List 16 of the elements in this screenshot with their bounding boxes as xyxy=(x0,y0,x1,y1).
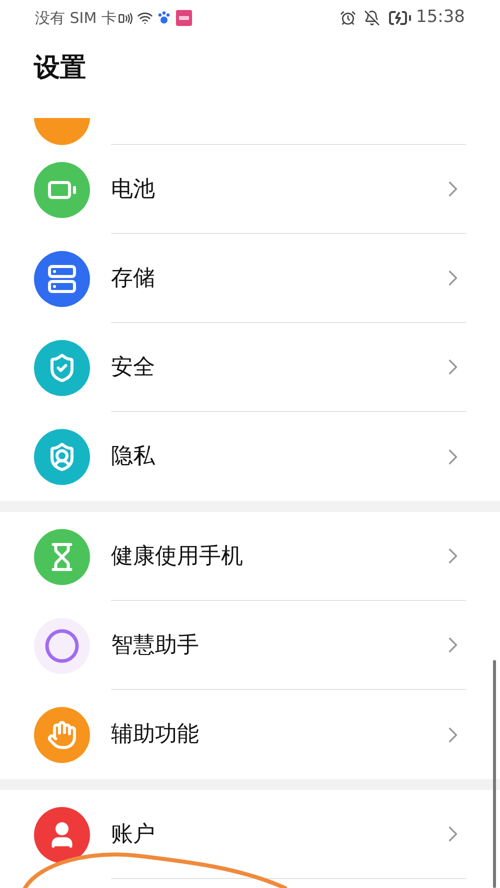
item-label: 电池 xyxy=(111,176,156,204)
alarm-icon xyxy=(340,10,356,26)
item-label: 健康使用手机 xyxy=(111,542,244,570)
item-label: 智慧助手 xyxy=(111,632,200,660)
carrier-text: 没有 SIM 卡 xyxy=(35,8,116,29)
item-label: 账户 xyxy=(111,820,156,848)
mute-icon xyxy=(364,10,380,26)
paw-icon xyxy=(158,11,170,25)
item-label: 安全 xyxy=(111,354,156,382)
item-label: 存储 xyxy=(111,264,156,292)
item-label: 隐私 xyxy=(111,443,156,471)
clock-text: 15:38 xyxy=(416,6,465,30)
page-title: 设置 xyxy=(34,52,86,84)
app-icon xyxy=(176,10,192,26)
wifi-icon xyxy=(137,10,154,26)
item-label: 辅助功能 xyxy=(111,721,200,749)
